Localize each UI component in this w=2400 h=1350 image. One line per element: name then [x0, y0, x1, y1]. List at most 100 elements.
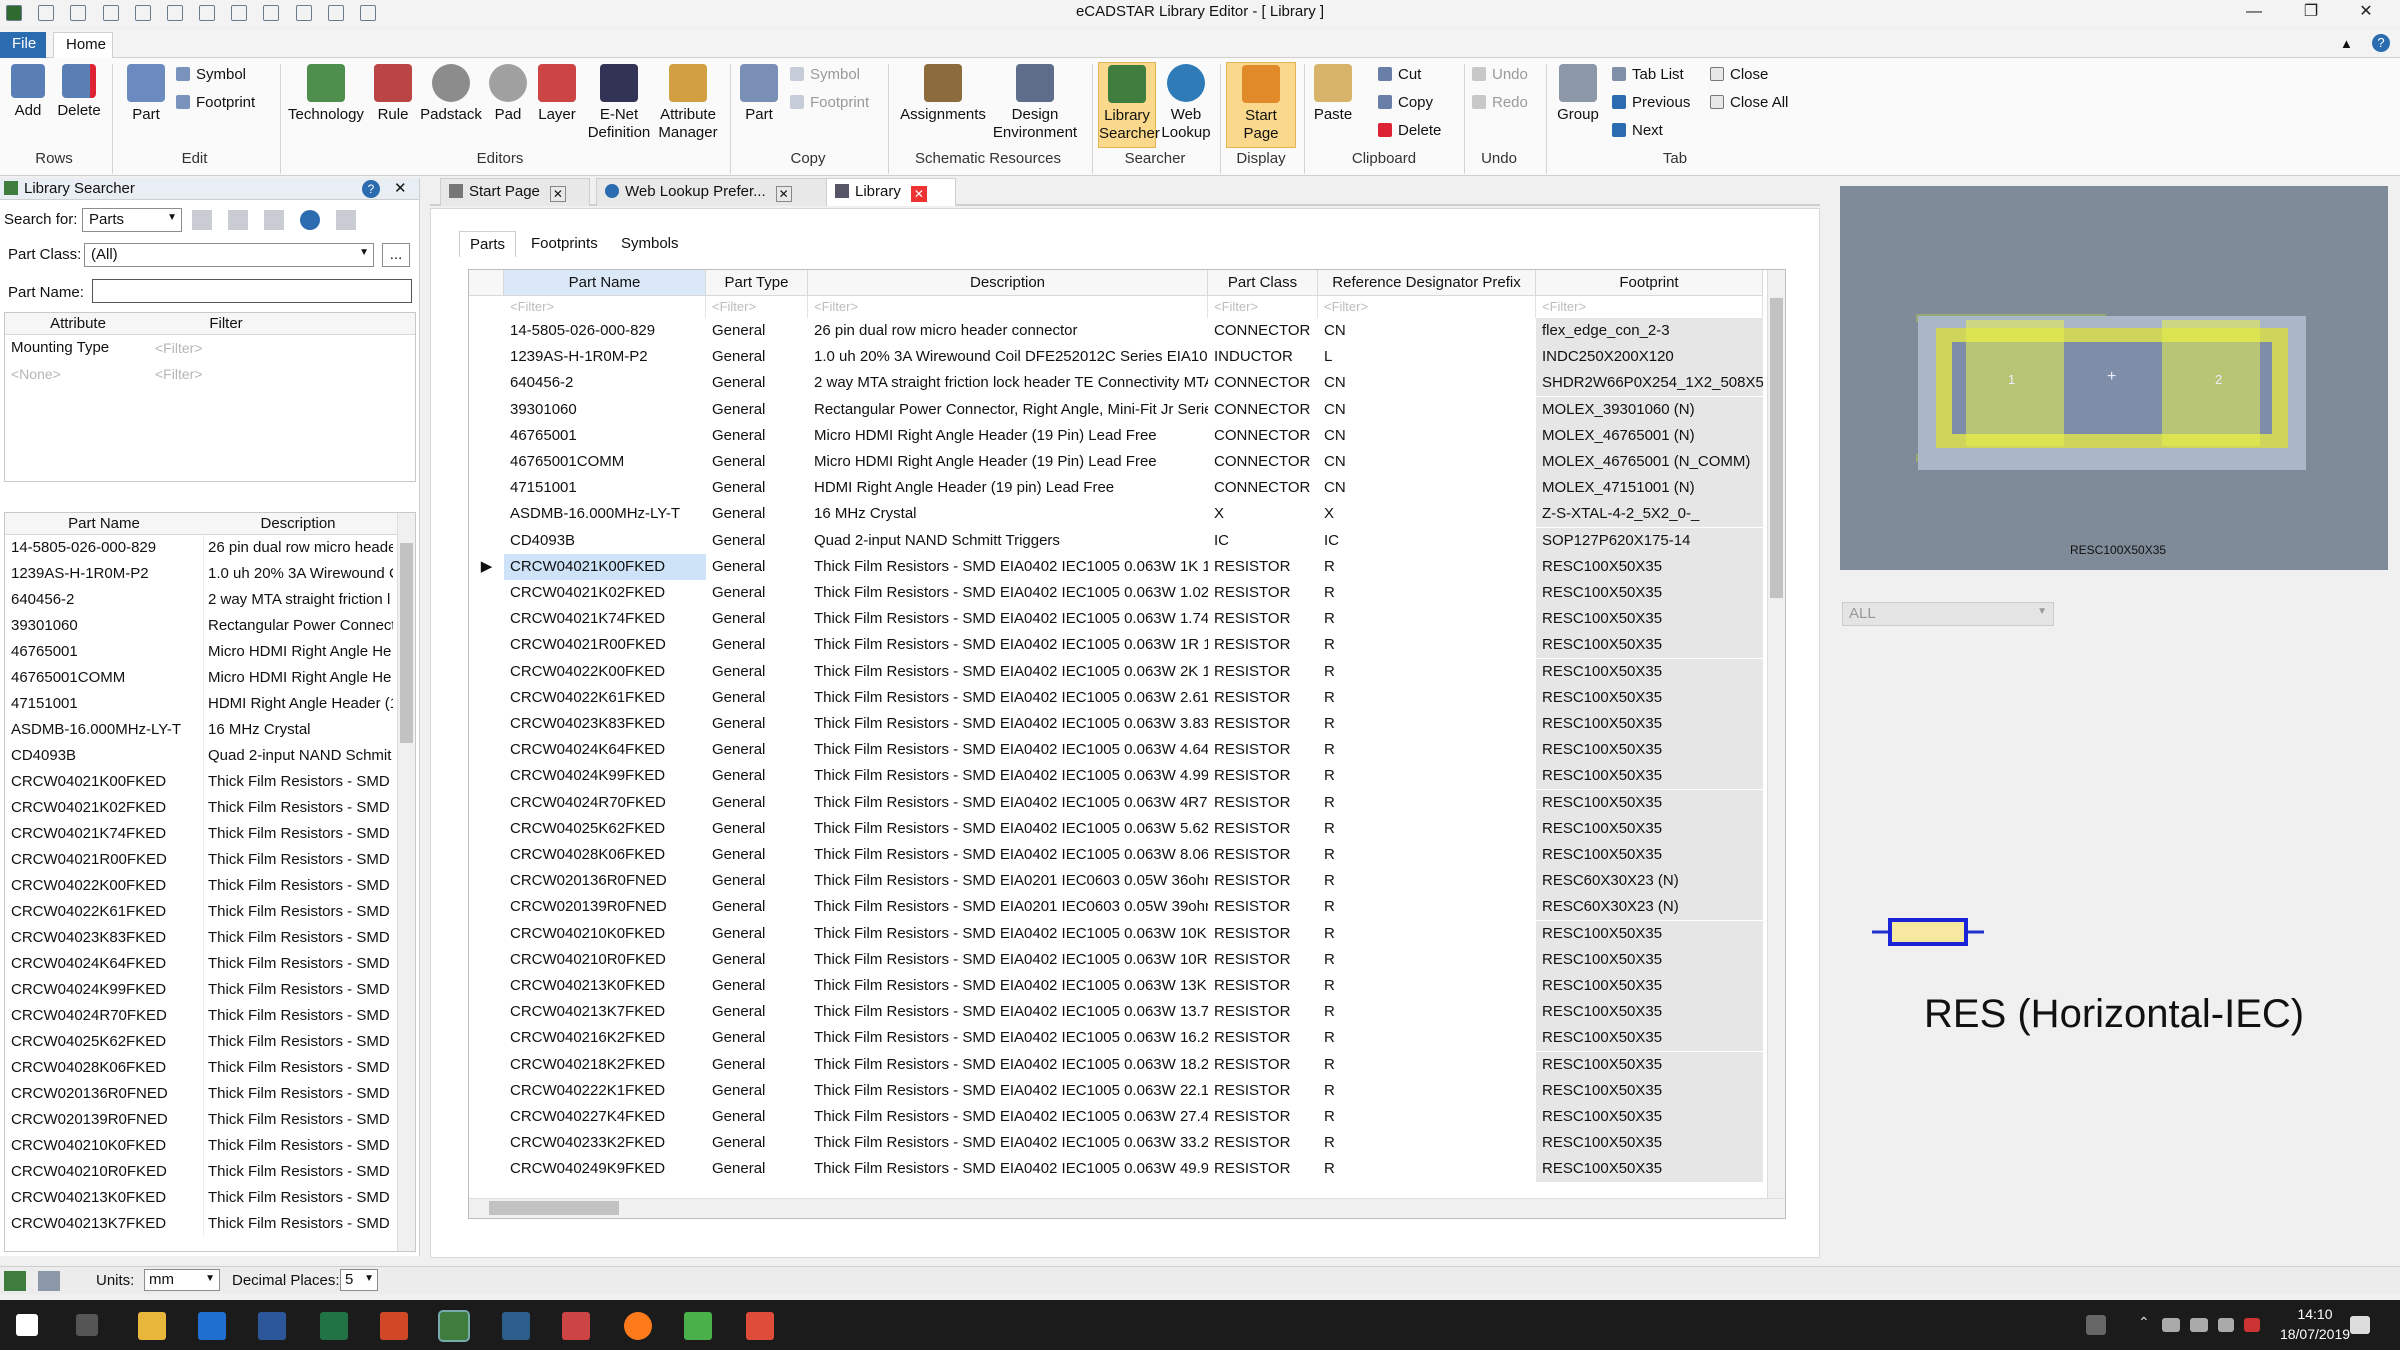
cell-ref-designator[interactable]: R [1318, 921, 1536, 947]
filter-footprint[interactable]: <Filter> [1536, 296, 1763, 318]
result-row[interactable]: CRCW040210K0FKED Thick Film Resistors - S… [5, 1133, 415, 1159]
cell-footprint[interactable]: MOLEX_46765001 (N) [1536, 422, 1763, 449]
globe-icon[interactable] [300, 210, 320, 230]
cell-part-class[interactable]: RESISTOR [1208, 947, 1318, 973]
table-row[interactable]: 46765001COMM General Micro HDMI Right Angl… [469, 449, 1785, 475]
table-row[interactable]: ASDMB-16.000MHz-LY-T General 16 MHz Crysta… [469, 501, 1785, 528]
app-icon[interactable] [684, 1312, 712, 1340]
cell-ref-designator[interactable]: R [1318, 659, 1536, 685]
cell-part-name[interactable]: 39301060 [504, 397, 706, 423]
result-row[interactable]: CRCW04028K06FKED Thick Film Resistors - S… [5, 1055, 415, 1081]
cell-part-class[interactable]: CONNECTOR [1208, 318, 1318, 344]
cell-part-class[interactable]: RESISTOR [1208, 816, 1318, 842]
row-selector[interactable] [469, 1156, 504, 1182]
cell-description[interactable]: Thick Film Resistors - SMD EIA0402 IEC10… [808, 1025, 1208, 1051]
row-selector[interactable] [469, 999, 504, 1025]
subtab-parts[interactable]: Parts [459, 231, 517, 257]
table-row[interactable]: 46765001 General Micro HDMI Right Angle He… [469, 422, 1785, 449]
cell-ref-designator[interactable]: R [1318, 711, 1536, 737]
minimize-button[interactable]: — [2228, 0, 2280, 26]
result-row[interactable]: CRCW04023K83FKED Thick Film Resistors - S… [5, 925, 415, 951]
cell-part-type[interactable]: General [706, 763, 808, 789]
cell-description[interactable]: 16 MHz Crystal [808, 501, 1208, 527]
cell-part-name[interactable]: 640456-2 [504, 370, 706, 396]
word-icon[interactable] [258, 1312, 286, 1340]
padstack-button[interactable]: Padstack [418, 58, 484, 124]
clock-time[interactable]: 14:10 [2270, 1306, 2360, 1322]
result-row[interactable]: CRCW04022K61FKED Thick Film Resistors - S… [5, 899, 415, 925]
cell-part-class[interactable]: CONNECTOR [1208, 449, 1318, 475]
cell-description[interactable]: Thick Film Resistors - SMD EIA0402 IEC10… [808, 580, 1208, 606]
cell-description[interactable]: Thick Film Resistors - SMD EIA0402 IEC10… [808, 1130, 1208, 1156]
cell-part-class[interactable]: RESISTOR [1208, 737, 1318, 763]
table-row[interactable]: CRCW04024R70FKED General Thick Film Resist… [469, 789, 1785, 816]
row-selector[interactable] [469, 501, 504, 527]
cell-part-name[interactable]: 14-5805-026-000-829 [504, 318, 706, 344]
table-row[interactable]: CRCW040249K9FKED General Thick Film Resist… [469, 1156, 1785, 1183]
cell-part-type[interactable]: General [706, 842, 808, 868]
cell-description[interactable]: Thick Film Resistors - SMD EIA0402 IEC10… [808, 842, 1208, 868]
table-row[interactable]: CRCW04022K00FKED General Thick Film Resist… [469, 658, 1785, 685]
cell-ref-designator[interactable]: IC [1318, 528, 1536, 554]
cell-part-name[interactable]: CRCW040227K4FKED [504, 1104, 706, 1130]
cell-description[interactable]: Thick Film Resistors - SMD EIA0402 IEC10… [808, 999, 1208, 1025]
cell-part-name[interactable]: CRCW04022K61FKED [504, 685, 706, 711]
cell-footprint[interactable]: MOLEX_46765001 (N_COMM) [1536, 449, 1763, 475]
cell-ref-designator[interactable]: R [1318, 580, 1536, 606]
design-environment-button[interactable]: Design Environment [990, 58, 1080, 142]
row-selector[interactable] [469, 344, 504, 370]
close-icon[interactable]: ✕ [910, 186, 927, 202]
table-row[interactable]: 14-5805-026-000-829 General 26 pin dual ro… [469, 318, 1785, 344]
table-row[interactable]: 1239AS-H-1R0M-P2 General 1.0 uh 20% 3A Wir… [469, 344, 1785, 371]
cell-ref-designator[interactable]: R [1318, 632, 1536, 658]
result-row[interactable]: CRCW040213K0FKED Thick Film Resistors - S… [5, 1185, 415, 1211]
cell-part-type[interactable]: General [706, 475, 808, 501]
cell-ref-designator[interactable]: R [1318, 1025, 1536, 1051]
cell-part-name[interactable]: CRCW04025K62FKED [504, 816, 706, 842]
units-select[interactable]: mm ▼ [144, 1269, 220, 1291]
cell-part-type[interactable]: General [706, 606, 808, 632]
paste-button[interactable]: Paste [1310, 58, 1356, 124]
cell-description[interactable]: Thick Film Resistors - SMD EIA0402 IEC10… [808, 1104, 1208, 1130]
app-icon[interactable] [746, 1312, 774, 1340]
windows-start-icon[interactable] [16, 1314, 38, 1336]
cell-part-class[interactable]: RESISTOR [1208, 999, 1318, 1025]
toolbar-icon[interactable] [228, 210, 248, 230]
cell-part-class[interactable]: CONNECTOR [1208, 475, 1318, 501]
filter-description[interactable]: <Filter> [808, 296, 1208, 318]
cell-part-class[interactable]: RESISTOR [1208, 606, 1318, 632]
cell-footprint[interactable]: SOP127P620X175-14 [1536, 527, 1763, 554]
filter-part-type[interactable]: <Filter> [706, 296, 808, 318]
cell-ref-designator[interactable]: R [1318, 1078, 1536, 1104]
cell-footprint[interactable]: INDC250X200X120 [1536, 344, 1763, 371]
result-row[interactable]: CD4093B Quad 2-input NAND Schmit [5, 743, 415, 769]
table-row[interactable]: CRCW040210R0FKED General Thick Film Resist… [469, 946, 1785, 973]
cell-description[interactable]: Thick Film Resistors - SMD EIA0402 IEC10… [808, 659, 1208, 685]
cell-part-class[interactable]: RESISTOR [1208, 1078, 1318, 1104]
result-row[interactable]: 47151001 HDMI Right Angle Header (1 [5, 691, 415, 717]
layer-button[interactable]: Layer [532, 58, 582, 124]
cell-description[interactable]: Rectangular Power Connector, Right Angle… [808, 397, 1208, 423]
cell-part-name[interactable]: CRCW040233K2FKED [504, 1130, 706, 1156]
redo-button[interactable]: Redo [1472, 94, 1528, 111]
cell-part-name[interactable]: 1239AS-H-1R0M-P2 [504, 344, 706, 370]
cell-part-class[interactable]: RESISTOR [1208, 973, 1318, 999]
filter-part-name[interactable]: <Filter> [504, 296, 706, 318]
row-selector[interactable] [469, 1078, 504, 1104]
cell-description[interactable]: 2 way MTA straight friction lock header … [808, 370, 1208, 396]
toolbar-icon[interactable] [336, 210, 356, 230]
cell-part-class[interactable]: RESISTOR [1208, 868, 1318, 894]
cell-footprint[interactable]: RESC60X30X23 (N) [1536, 894, 1763, 921]
cell-part-name[interactable]: CRCW040249K9FKED [504, 1156, 706, 1182]
cell-footprint[interactable]: Z-S-XTAL-4-2_5X2_0-_ [1536, 501, 1763, 528]
table-row[interactable]: 39301060 General Rectangular Power Connect… [469, 396, 1785, 423]
table-row[interactable]: CRCW040218K2FKED General Thick Film Resist… [469, 1051, 1785, 1078]
table-row[interactable]: 47151001 General HDMI Right Angle Header (… [469, 475, 1785, 502]
cell-part-type[interactable]: General [706, 868, 808, 894]
cell-part-name[interactable]: 47151001 [504, 475, 706, 501]
cell-footprint[interactable]: RESC100X50X35 [1536, 1051, 1763, 1078]
table-vertical-scrollbar[interactable] [1767, 270, 1785, 1198]
cell-description[interactable]: Thick Film Resistors - SMD EIA0402 IEC10… [808, 1078, 1208, 1104]
edit-footprint-button[interactable]: Footprint [176, 94, 255, 111]
cell-part-class[interactable]: RESISTOR [1208, 1156, 1318, 1182]
